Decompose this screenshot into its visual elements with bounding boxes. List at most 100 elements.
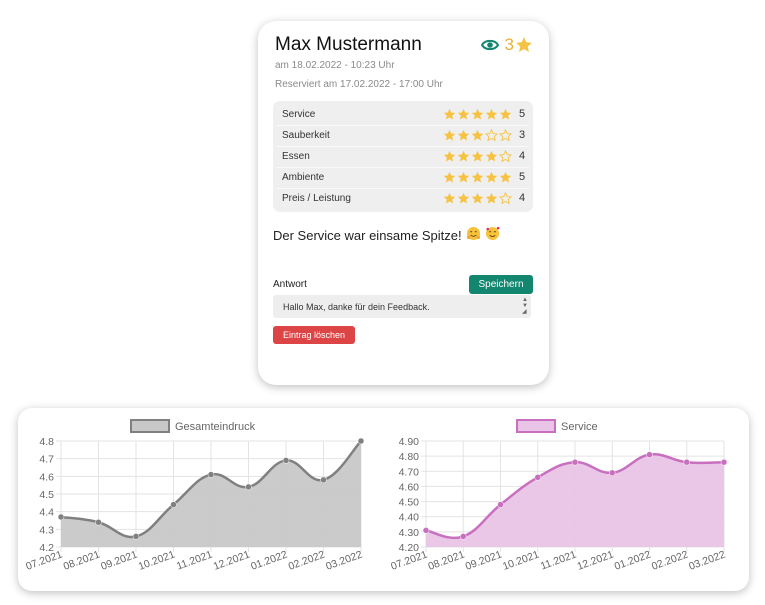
- y-tick-label: 4.70: [399, 466, 420, 478]
- data-point[interactable]: [282, 457, 290, 464]
- y-tick-label: 4.6: [39, 471, 54, 483]
- star-filled-icon: [499, 108, 512, 120]
- data-point[interactable]: [170, 501, 177, 508]
- star-filled-icon: [457, 129, 470, 141]
- answer-label: Antwort: [273, 279, 307, 290]
- y-tick-label: 4.8: [39, 436, 54, 448]
- y-tick-label: 4.3: [39, 524, 54, 536]
- data-point[interactable]: [95, 519, 102, 526]
- smiling-face-with-hearts-emoji-icon: [485, 226, 500, 244]
- data-point[interactable]: [422, 527, 430, 534]
- legend-swatch[interactable]: [130, 419, 170, 433]
- view-count: 3: [504, 35, 514, 54]
- rating-label: Preis / Leistung: [282, 193, 351, 204]
- x-tick-label: 09.2021: [99, 548, 139, 572]
- eye-icon: [480, 38, 499, 52]
- hugging-face-emoji-icon: [466, 226, 481, 244]
- data-point[interactable]: [609, 469, 616, 477]
- star-rating: [443, 108, 512, 121]
- data-point[interactable]: [683, 458, 690, 466]
- x-tick-label: 02.2022: [650, 548, 690, 572]
- star-filled-icon: [457, 108, 470, 120]
- review-card: Max Mustermann 3 am 18.02.2022 - 10:23 U…: [258, 21, 549, 385]
- service-chart: Service4.904.804.704.604.504.404.304.200…: [389, 419, 728, 573]
- x-tick-label: 02.2022: [287, 548, 327, 572]
- data-point[interactable]: [534, 474, 541, 481]
- rating-label: Service: [282, 109, 316, 120]
- legend-label[interactable]: Service: [561, 421, 598, 433]
- legend-swatch[interactable]: [516, 419, 556, 433]
- data-point[interactable]: [497, 501, 504, 508]
- x-tick-label: 01.2022: [613, 548, 653, 572]
- rating-value: 4: [519, 150, 526, 162]
- reservation-date: Reserviert am 17.02.2022 - 17:00 Uhr: [275, 79, 443, 90]
- y-tick-label: 4.90: [399, 436, 420, 448]
- star-empty-icon: [499, 129, 512, 142]
- rating-row-sauberkeit: Sauberkeit 3: [273, 126, 533, 146]
- y-tick-label: 4.50: [399, 497, 420, 509]
- save-button[interactable]: Speichern: [469, 275, 533, 294]
- x-tick-label: 03.2022: [687, 548, 727, 572]
- star-filled-icon: [485, 171, 498, 183]
- star-rating: [443, 192, 512, 205]
- x-tick-label: 01.2022: [249, 548, 289, 572]
- star-filled-icon: [457, 150, 470, 162]
- rating-row-service: Service 5: [273, 105, 533, 125]
- data-point[interactable]: [646, 451, 653, 458]
- comment-text: Der Service war einsame Spitze!: [273, 227, 462, 243]
- reviewer-name: Max Mustermann: [275, 34, 422, 55]
- review-comment: Der Service war einsame Spitze!: [273, 226, 500, 244]
- rating-row-ambiente: Ambiente 5: [273, 168, 533, 188]
- rating-label: Essen: [282, 151, 310, 162]
- x-tick-label: 12.2021: [212, 548, 252, 572]
- star-icon: [515, 36, 533, 54]
- star-filled-icon: [443, 129, 456, 141]
- data-point[interactable]: [132, 533, 140, 540]
- star-filled-icon: [485, 192, 498, 204]
- star-empty-icon: [499, 150, 512, 163]
- x-tick-label: 08.2021: [426, 548, 466, 572]
- star-filled-icon: [471, 171, 484, 183]
- y-tick-label: 4.30: [399, 527, 420, 539]
- star-filled-icon: [471, 192, 484, 204]
- overall-impression-chart: Gesamteindruck4.84.74.64.54.44.34.207.20…: [24, 419, 365, 573]
- review-date: am 18.02.2022 - 10:23 Uhr: [275, 60, 395, 71]
- x-tick-label: 03.2022: [324, 548, 364, 572]
- x-tick-label: 09.2021: [464, 548, 504, 572]
- view-counter: 3: [480, 35, 533, 55]
- rating-label: Sauberkeit: [282, 130, 330, 141]
- rating-value: 3: [519, 129, 526, 141]
- data-point[interactable]: [571, 458, 579, 466]
- star-rating: [443, 129, 512, 142]
- y-tick-label: 4.4: [39, 507, 54, 519]
- data-point[interactable]: [207, 471, 215, 478]
- resize-handle-icon[interactable]: ▲ ▼ ◢: [522, 297, 528, 315]
- delete-entry-button[interactable]: Eintrag löschen: [273, 326, 355, 344]
- reply-textarea[interactable]: Hallo Max, danke für dein Feedback. ▲ ▼ ◢: [273, 295, 531, 318]
- rating-row-essen: Essen 4: [273, 147, 533, 167]
- data-point[interactable]: [357, 437, 365, 445]
- data-point[interactable]: [720, 458, 728, 466]
- star-filled-icon: [443, 108, 456, 120]
- star-empty-icon: [485, 129, 498, 142]
- x-tick-label: 08.2021: [62, 548, 102, 572]
- ratings-table: Service 5 Sauberkeit 3 Essen 4 Ambiente …: [273, 101, 533, 212]
- x-tick-label: 10.2021: [501, 548, 541, 572]
- star-filled-icon: [485, 150, 498, 162]
- star-rating: [443, 171, 512, 184]
- x-tick-label: 11.2021: [539, 548, 578, 572]
- data-point[interactable]: [460, 533, 467, 540]
- data-point[interactable]: [57, 513, 65, 521]
- rating-value: 5: [519, 108, 526, 120]
- legend-label[interactable]: Gesamteindruck: [175, 421, 256, 433]
- star-filled-icon: [485, 108, 498, 120]
- star-filled-icon: [471, 150, 484, 162]
- data-point[interactable]: [245, 483, 252, 491]
- y-tick-label: 4.7: [39, 454, 54, 466]
- star-filled-icon: [471, 129, 484, 141]
- data-point[interactable]: [320, 476, 327, 484]
- charts-panel: Gesamteindruck 4.8 4.7 4.6 4.5 4.4 4.3 4.2 07.20…: [18, 408, 749, 591]
- rating-value: 5: [519, 171, 526, 183]
- star-filled-icon: [457, 192, 470, 204]
- rating-value: 4: [519, 192, 526, 204]
